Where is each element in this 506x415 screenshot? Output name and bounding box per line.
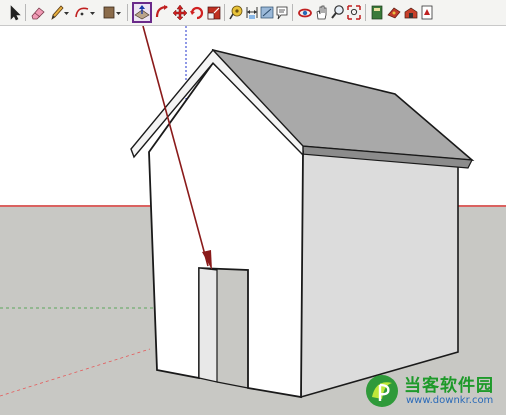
pencil-dropdown-arrow-icon[interactable] xyxy=(64,3,70,22)
toolbar-separator xyxy=(292,4,293,21)
watermark-logo-icon xyxy=(366,375,398,407)
toolbar-separator xyxy=(224,4,225,21)
move-icon[interactable] xyxy=(172,3,188,22)
protractor-icon[interactable] xyxy=(260,3,274,22)
shadows-icon[interactable] xyxy=(403,3,419,22)
text-icon[interactable] xyxy=(275,3,289,22)
sketchup-window: 当客软件园 www.downkr.com xyxy=(0,0,506,415)
orbit-icon[interactable] xyxy=(297,3,313,22)
components-icon[interactable] xyxy=(370,3,384,22)
pencil-icon[interactable] xyxy=(50,3,64,22)
zoom-extents-icon[interactable] xyxy=(346,3,362,22)
push-pull-icon[interactable] xyxy=(132,2,152,23)
toolbar-separator xyxy=(25,4,26,21)
styles-icon[interactable] xyxy=(420,3,434,22)
toolbar xyxy=(0,0,506,26)
rectangle-dropdown-arrow-icon[interactable] xyxy=(116,3,122,22)
watermark-title: 当客软件园 xyxy=(404,376,494,396)
toolbar-separator xyxy=(365,4,366,21)
arc-icon[interactable] xyxy=(74,3,90,22)
materials-icon[interactable] xyxy=(386,3,402,22)
zoom-icon[interactable] xyxy=(330,3,345,22)
toolbar-separator xyxy=(127,4,128,21)
dimension-icon[interactable] xyxy=(245,3,259,22)
house-door-jamb xyxy=(198,267,218,383)
follow-me-icon[interactable] xyxy=(154,3,170,22)
eraser-icon[interactable] xyxy=(30,3,46,22)
tape-measure-icon[interactable] xyxy=(228,3,244,22)
arc-dropdown-arrow-icon[interactable] xyxy=(90,3,96,22)
rectangle-icon[interactable] xyxy=(102,3,116,22)
select-icon[interactable] xyxy=(9,3,21,22)
watermark: 当客软件园 www.downkr.com xyxy=(362,371,502,411)
watermark-url: www.downkr.com xyxy=(406,395,494,406)
pan-icon[interactable] xyxy=(314,3,329,22)
scale-icon[interactable] xyxy=(206,3,222,22)
model-viewport[interactable]: 当客软件园 www.downkr.com xyxy=(0,26,506,415)
rotate-icon[interactable] xyxy=(189,3,205,22)
